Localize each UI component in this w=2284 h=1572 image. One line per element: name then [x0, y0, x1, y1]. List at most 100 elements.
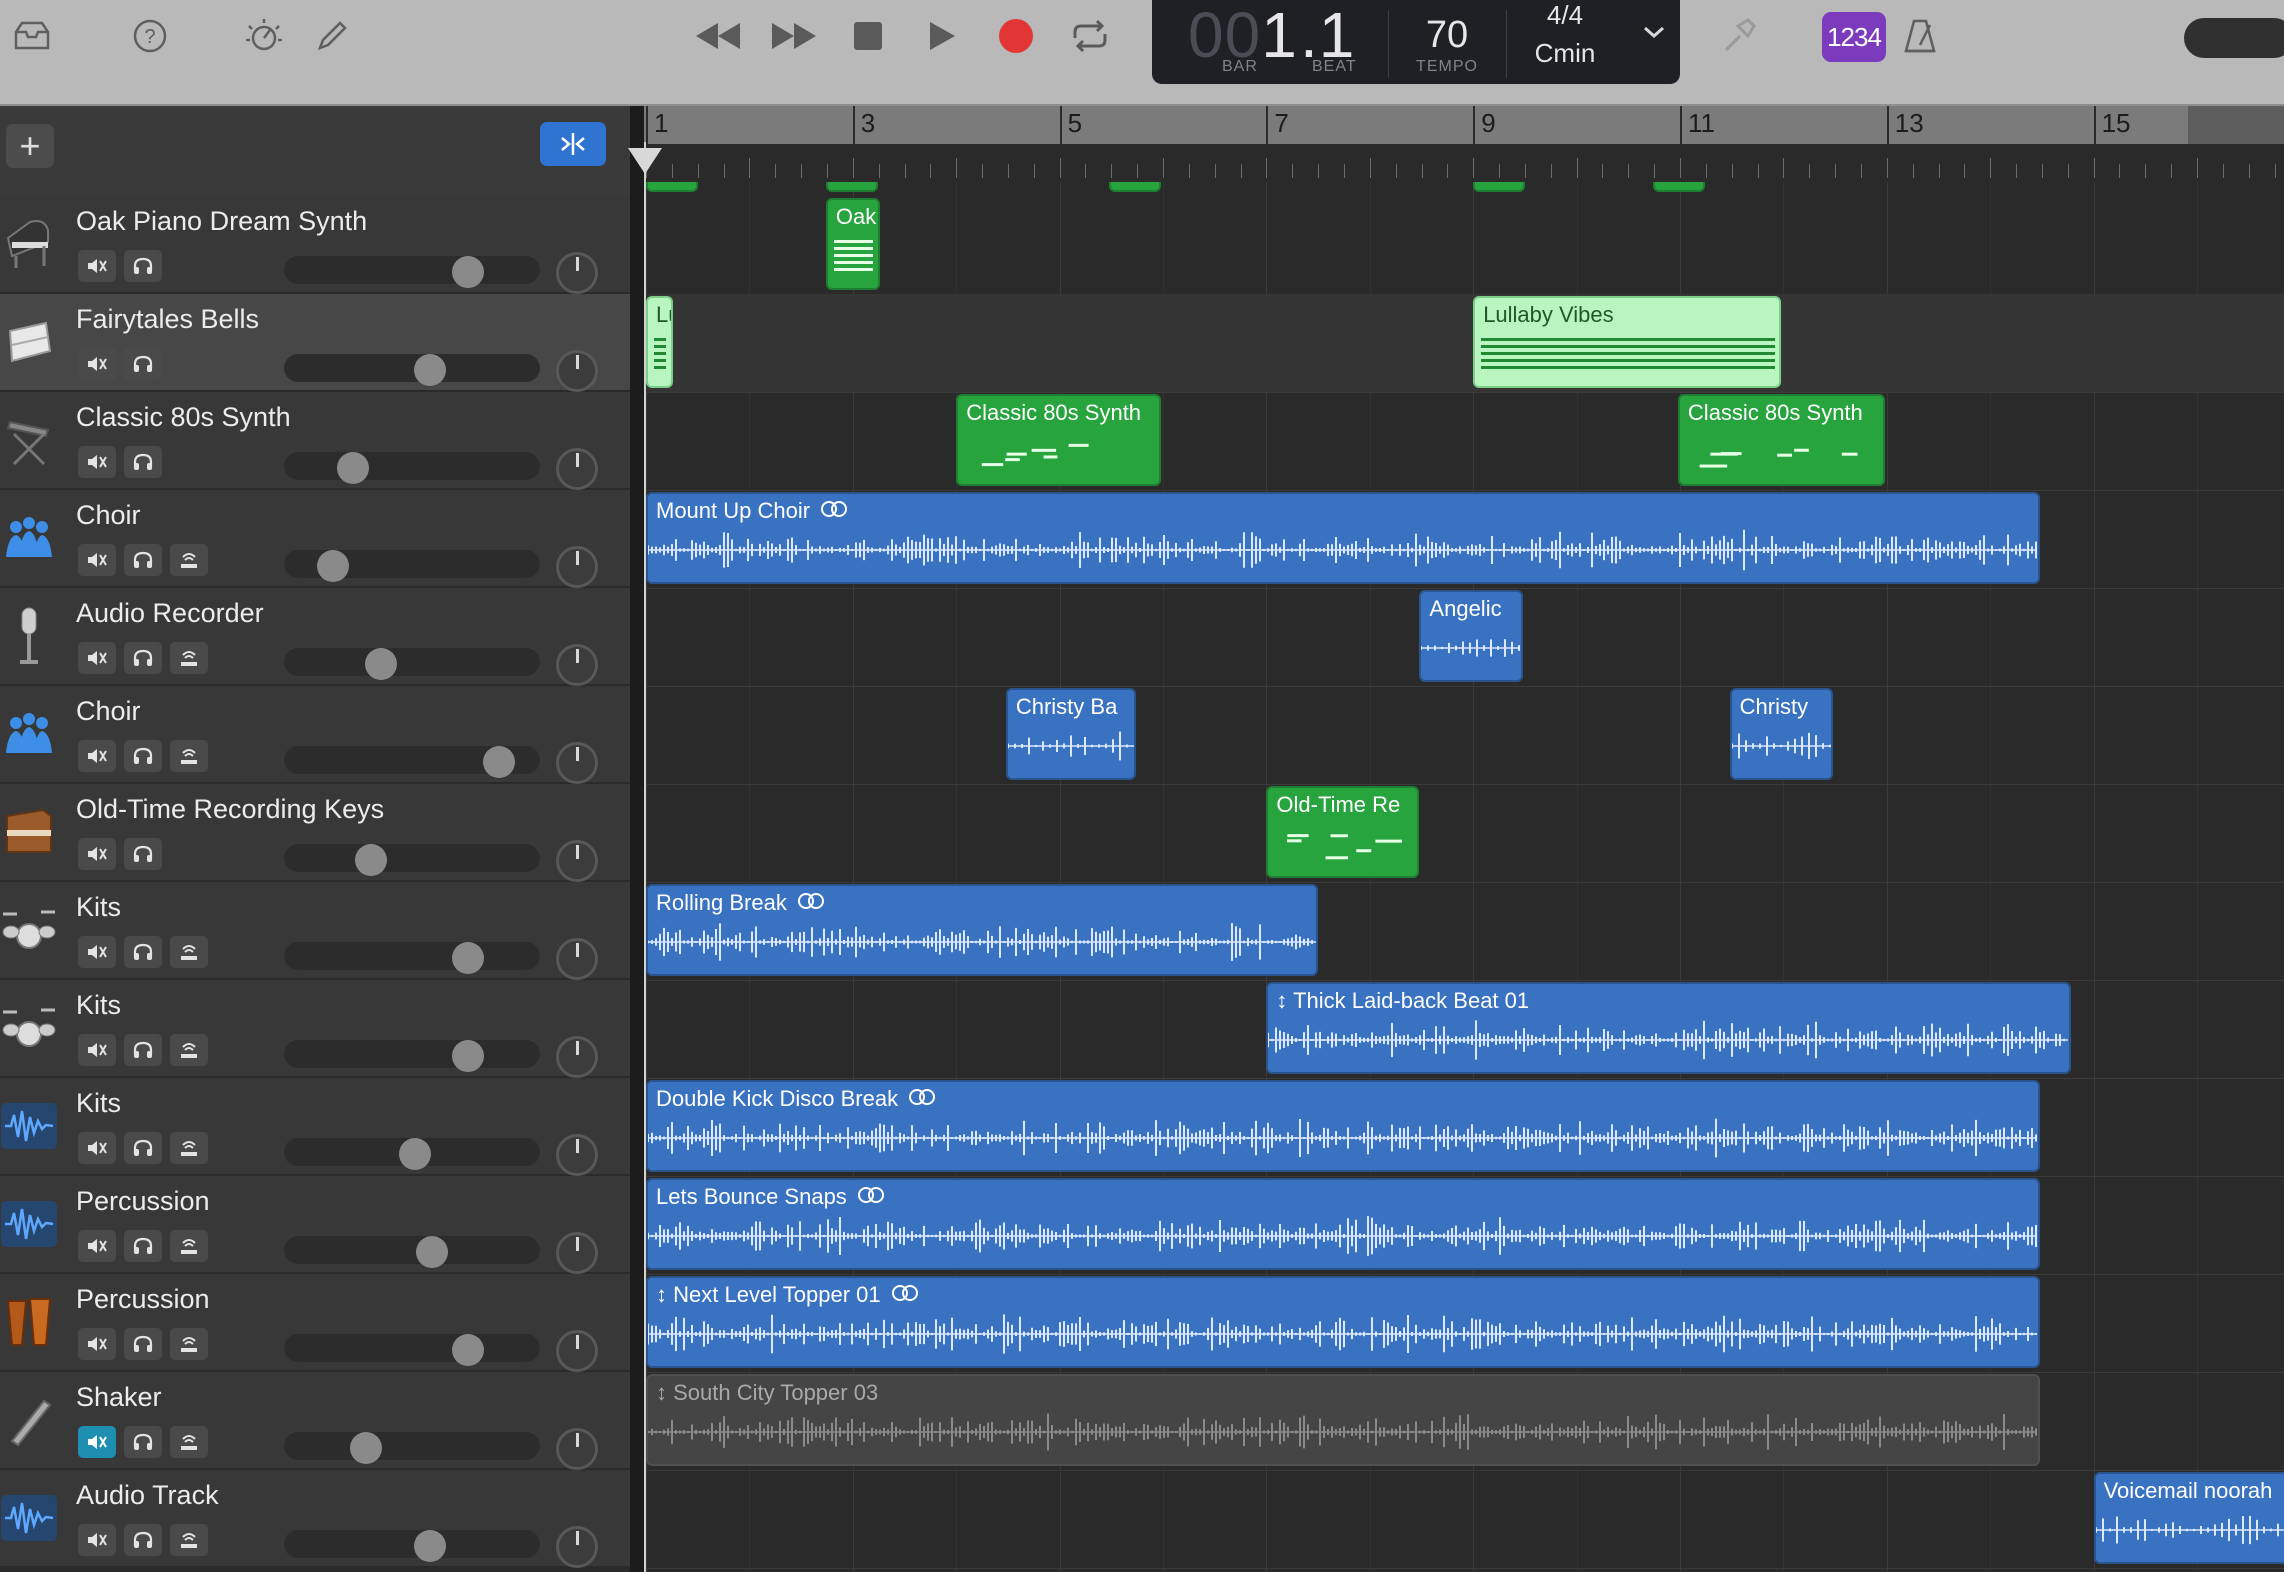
track-header-divider[interactable]: [630, 106, 644, 1572]
solo-button[interactable]: [124, 348, 162, 380]
solo-button[interactable]: [124, 740, 162, 772]
region-partial[interactable]: [825, 182, 878, 192]
input-monitor-button[interactable]: [170, 544, 208, 576]
input-monitor-button[interactable]: [170, 1230, 208, 1262]
audio-region[interactable]: Voicemail noorah: [2093, 1472, 2284, 1564]
track-header[interactable]: Kits: [0, 1078, 630, 1176]
track-header[interactable]: Percussion: [0, 1176, 630, 1274]
pan-knob[interactable]: [556, 1232, 598, 1274]
track-name[interactable]: Kits: [76, 892, 121, 923]
midi-region[interactable]: Classic 80s Synth: [1677, 394, 1885, 486]
track-lane[interactable]: [644, 294, 2284, 393]
pan-knob[interactable]: [556, 1330, 598, 1372]
track-header[interactable]: Fairytales Bells: [0, 294, 630, 392]
audio-region[interactable]: Angelic: [1419, 590, 1523, 682]
mute-button[interactable]: [78, 936, 116, 968]
track-lane[interactable]: [644, 196, 2284, 295]
volume-slider[interactable]: [284, 354, 540, 382]
mute-button[interactable]: [78, 740, 116, 772]
track-name[interactable]: Choir: [76, 696, 141, 727]
track-name[interactable]: Shaker: [76, 1382, 162, 1413]
bar-ruler[interactable]: 1 3 5 7 9 11 13 15: [644, 106, 2284, 144]
tuner-icon[interactable]: [1716, 14, 1760, 58]
pan-knob[interactable]: [556, 448, 598, 490]
help-icon[interactable]: ?: [128, 14, 172, 58]
mute-button[interactable]: [78, 642, 116, 674]
beat-ruler[interactable]: [644, 144, 2284, 183]
input-monitor-button[interactable]: [170, 1426, 208, 1458]
pan-knob[interactable]: [556, 1134, 598, 1176]
solo-button[interactable]: [124, 642, 162, 674]
audio-region[interactable]: Rolling Break: [646, 884, 1319, 976]
mute-button[interactable]: [78, 1426, 116, 1458]
solo-button[interactable]: [124, 936, 162, 968]
track-header[interactable]: Classic 80s Synth: [0, 392, 630, 490]
rewind-icon[interactable]: [690, 12, 746, 60]
track-lane[interactable]: [644, 392, 2284, 491]
volume-slider-thumb[interactable]: [413, 1530, 446, 1562]
track-lane[interactable]: [644, 686, 2284, 785]
audio-region[interactable]: Christy Ba: [1005, 688, 1137, 780]
mute-button[interactable]: [78, 1034, 116, 1066]
pan-knob[interactable]: [556, 350, 598, 392]
solo-button[interactable]: [124, 250, 162, 282]
track-name[interactable]: Percussion: [76, 1284, 210, 1315]
fast-forward-icon[interactable]: [766, 12, 822, 60]
audio-region[interactable]: ↕ Thick Laid-back Beat 01: [1266, 982, 2071, 1074]
count-in-button[interactable]: 1234: [1822, 12, 1886, 62]
lcd-time-signature[interactable]: 4/4: [1510, 0, 1620, 31]
lcd-tempo[interactable]: 70: [1392, 14, 1502, 57]
mute-button[interactable]: [78, 1230, 116, 1262]
track-name[interactable]: Classic 80s Synth: [76, 402, 291, 433]
audio-region[interactable]: Christy: [1729, 688, 1834, 780]
tracks-area[interactable]: Oak P Lull Lullaby Vibes Classic 80s Synth C…: [644, 182, 2284, 1572]
record-icon[interactable]: [988, 12, 1044, 60]
track-name[interactable]: Audio Recorder: [76, 598, 264, 629]
pan-knob[interactable]: [556, 644, 598, 686]
chevron-down-icon[interactable]: [1642, 24, 1666, 45]
mute-button[interactable]: [78, 544, 116, 576]
input-monitor-button[interactable]: [170, 642, 208, 674]
midi-region[interactable]: Oak P: [825, 198, 880, 290]
cycle-icon[interactable]: [1062, 12, 1118, 60]
pan-knob[interactable]: [556, 742, 598, 784]
volume-slider[interactable]: [284, 1236, 540, 1264]
smart-controls-icon[interactable]: [242, 14, 286, 58]
volume-slider-thumb[interactable]: [483, 746, 516, 778]
pan-knob[interactable]: [556, 1526, 598, 1568]
metronome-icon[interactable]: [1898, 14, 1942, 58]
solo-button[interactable]: [124, 1426, 162, 1458]
audio-region[interactable]: Mount Up Choir: [646, 492, 2040, 584]
mute-button[interactable]: [78, 1132, 116, 1164]
mute-button[interactable]: [78, 838, 116, 870]
volume-slider[interactable]: [284, 648, 540, 676]
audio-region[interactable]: Double Kick Disco Break: [646, 1080, 2040, 1172]
pan-knob[interactable]: [556, 1036, 598, 1078]
master-volume-slider[interactable]: [2184, 18, 2284, 58]
midi-region[interactable]: Old-Time Re: [1266, 786, 1420, 878]
midi-region[interactable]: Lullaby Vibes: [1473, 296, 1782, 388]
track-name[interactable]: Oak Piano Dream Synth: [76, 206, 367, 237]
mute-button[interactable]: [78, 348, 116, 380]
volume-slider[interactable]: [284, 452, 540, 480]
pan-knob[interactable]: [556, 840, 598, 882]
editor-icon[interactable]: [310, 14, 354, 58]
midi-region[interactable]: Lull: [646, 296, 673, 388]
library-icon[interactable]: [10, 14, 54, 58]
track-name[interactable]: Audio Track: [76, 1480, 219, 1511]
mute-button[interactable]: [78, 1524, 116, 1556]
volume-slider-thumb[interactable]: [355, 844, 388, 876]
volume-slider-thumb[interactable]: [316, 550, 349, 582]
midi-region[interactable]: Classic 80s Synth: [956, 394, 1161, 486]
track-name[interactable]: Percussion: [76, 1186, 210, 1217]
lcd-display[interactable]: 001 .1 BAR BEAT 70 TEMPO 4/4 Cmin: [1152, 0, 1680, 84]
track-header[interactable]: Kits: [0, 882, 630, 980]
input-monitor-button[interactable]: [170, 1034, 208, 1066]
region-partial[interactable]: [1653, 182, 1705, 192]
volume-slider[interactable]: [284, 256, 540, 284]
playhead-line[interactable]: [644, 142, 646, 1572]
volume-slider[interactable]: [284, 1040, 540, 1068]
track-name[interactable]: Kits: [76, 1088, 121, 1119]
track-header[interactable]: Shaker: [0, 1372, 630, 1470]
input-monitor-button[interactable]: [170, 936, 208, 968]
